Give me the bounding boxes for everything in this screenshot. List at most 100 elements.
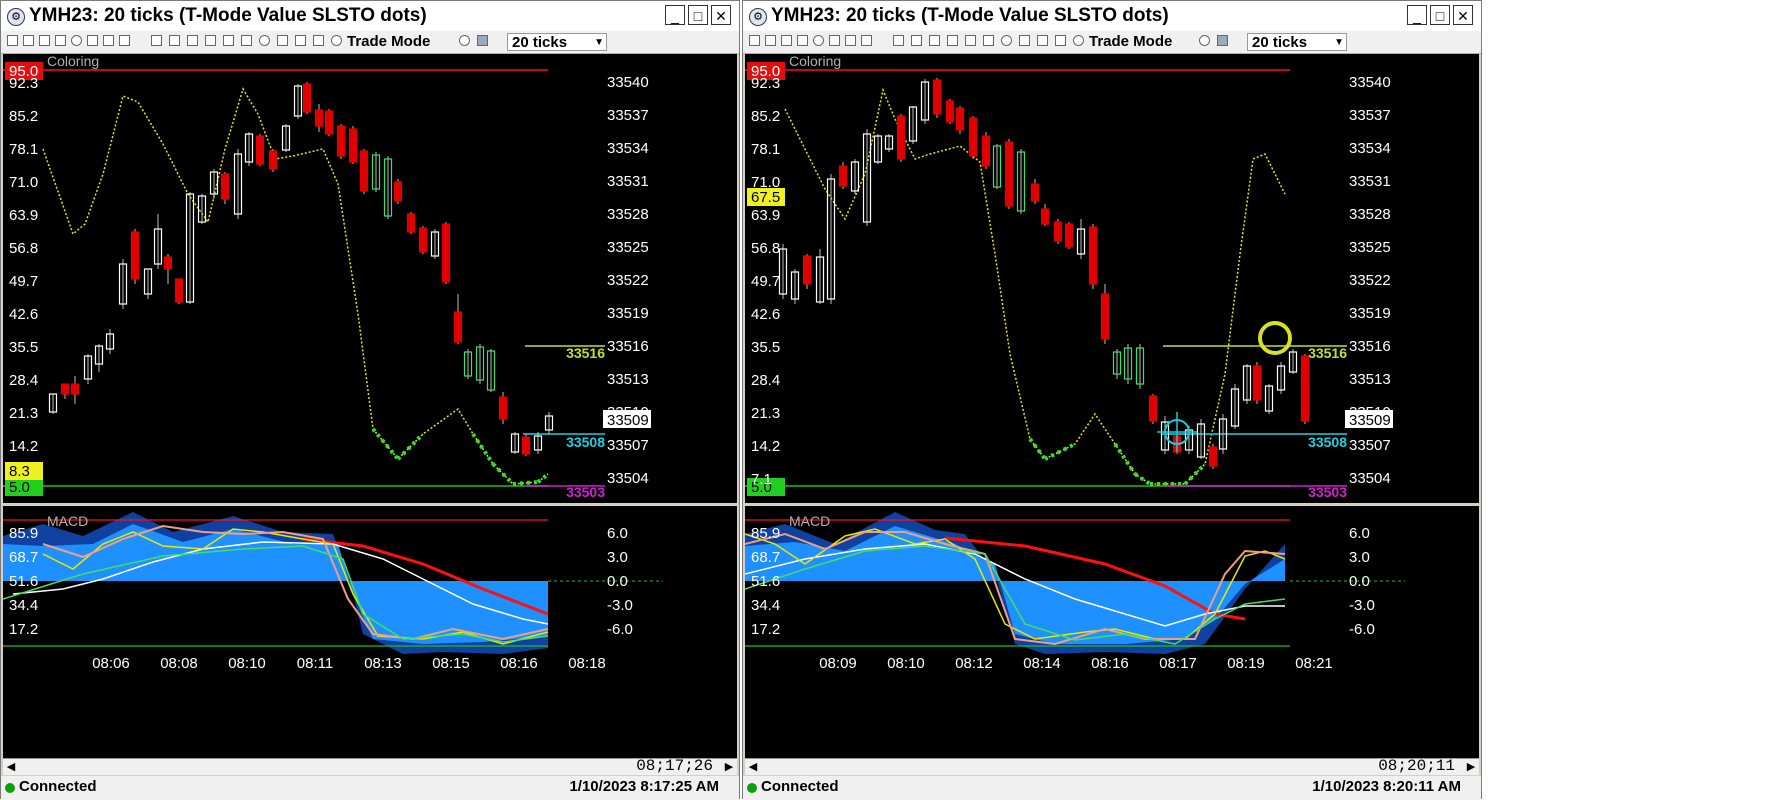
candle-body [1300, 355, 1310, 422]
arrow-right-icon[interactable] [1037, 35, 1048, 46]
trade-mode-label[interactable]: Trade Mode [347, 33, 430, 50]
close-button[interactable]: ✕ [1453, 5, 1473, 25]
zoom-out-icon[interactable] [797, 35, 808, 46]
properties-icon[interactable] [87, 35, 98, 46]
rectangle-tool-icon[interactable] [893, 35, 904, 46]
status-bar: Connected 1/10/2023 8:17:25 AM [1, 776, 739, 800]
candle-body [174, 278, 184, 303]
display-icon[interactable] [1217, 35, 1228, 46]
zoom-out-icon[interactable] [55, 35, 66, 46]
macd-right-tick: 0.0 [1349, 573, 1370, 590]
macd-left-tick: 17.2 [751, 621, 780, 638]
ellipse-tool-icon[interactable] [1001, 35, 1012, 46]
macd-label: MACD [47, 513, 88, 529]
scroll-right-icon[interactable]: ▶ [1463, 759, 1479, 775]
scroll-left-icon[interactable]: ◀ [745, 759, 761, 775]
image-icon[interactable] [765, 35, 776, 46]
close-button[interactable]: ✕ [711, 5, 731, 25]
last-price-badge: 33509 [607, 412, 649, 429]
cross-tool-icon[interactable] [947, 35, 958, 46]
rectangle-tool-icon[interactable] [151, 35, 162, 46]
scroll-left-icon[interactable]: ◀ [3, 759, 19, 775]
cross-tool-icon[interactable] [929, 35, 940, 46]
chart-area[interactable]: 95.0 Coloring 5.0 8.3 92.3 85.2 78.1 71.0 63.9 56… [3, 54, 737, 758]
candle-body [406, 213, 416, 233]
macd-right-tick: -6.0 [607, 621, 633, 638]
globe-icon[interactable] [71, 35, 82, 46]
title-bar[interactable]: ⚙ YMH23: 20 ticks (T-Mode Value SLSTO do… [1, 1, 739, 32]
pointer-icon[interactable] [103, 35, 114, 46]
arrow-right-icon[interactable] [1055, 35, 1066, 46]
trade-mode-icon[interactable] [331, 35, 342, 46]
wave-tool-icon[interactable] [241, 35, 252, 46]
macd-right-tick: 6.0 [1349, 525, 1370, 542]
level-label-low: 33503 [1308, 484, 1347, 500]
ellipse-tool-icon[interactable] [259, 35, 270, 46]
display-icon[interactable] [477, 35, 488, 46]
chevron-down-icon[interactable]: ▼ [1334, 34, 1344, 52]
cross-tool-icon[interactable] [169, 35, 180, 46]
osc-axis-tick: 49.7 [9, 273, 38, 290]
scroll-right-icon[interactable]: ▶ [721, 759, 737, 775]
cross-tool-icon[interactable] [911, 35, 922, 46]
level-label-high: 33516 [1308, 345, 1347, 361]
title-bar[interactable]: ⚙ YMH23: 20 ticks (T-Mode Value SLSTO do… [743, 1, 1481, 32]
app-icon: ⚙ [7, 8, 25, 26]
minimize-button[interactable]: _ [665, 5, 685, 25]
time-axis-tick: 08:13 [364, 655, 402, 672]
time-axis-tick: 08:16 [500, 655, 538, 672]
link-icon[interactable] [1199, 35, 1210, 46]
properties-icon[interactable] [829, 35, 840, 46]
maximize-button[interactable]: □ [688, 5, 708, 25]
macd-right-tick: 3.0 [607, 549, 628, 566]
cross-tool-icon[interactable] [187, 35, 198, 46]
trade-mode-label[interactable]: Trade Mode [1089, 33, 1172, 50]
new-chart-icon[interactable] [749, 35, 760, 46]
candle-body [314, 109, 324, 127]
cross-tool-icon[interactable] [205, 35, 216, 46]
interval-select[interactable]: 20 ticks ▼ [507, 33, 607, 51]
image-icon[interactable] [23, 35, 34, 46]
horizontal-line-icon[interactable] [965, 35, 976, 46]
osc-axis-tick: 21.3 [751, 405, 780, 422]
horizontal-line-icon[interactable] [223, 35, 234, 46]
wave-tool-icon[interactable] [983, 35, 994, 46]
window-title: YMH23: 20 ticks (T-Mode Value SLSTO dots… [29, 5, 427, 26]
arrow-right-icon[interactable] [295, 35, 306, 46]
candle-body [1030, 183, 1040, 202]
scroll-time: 08;17;26 [636, 757, 713, 775]
osc-axis-tick: 71.0 [9, 174, 38, 191]
link-icon[interactable] [459, 35, 470, 46]
maximize-button[interactable]: □ [1430, 5, 1450, 25]
price-axis-tick: 33513 [1349, 371, 1391, 388]
arrow-right-icon[interactable] [1019, 35, 1030, 46]
globe-icon[interactable] [813, 35, 824, 46]
time-scrollbar[interactable]: ◀ 08;20;11 ▶ [745, 757, 1479, 775]
candle-body [896, 115, 906, 160]
trade-mode-icon[interactable] [1073, 35, 1084, 46]
macd-left-tick: 68.7 [9, 549, 38, 566]
arrow-right-icon[interactable] [277, 35, 288, 46]
zoom-in-icon[interactable] [39, 35, 50, 46]
price-axis-tick: 33534 [1349, 140, 1391, 157]
zoom-in-icon[interactable] [781, 35, 792, 46]
pointer-icon[interactable] [845, 35, 856, 46]
candle-body [302, 83, 312, 113]
interval-select[interactable]: 20 ticks ▼ [1247, 33, 1347, 51]
line-tool-icon[interactable] [861, 35, 872, 46]
candle-body [70, 383, 80, 395]
osc-axis-tick: 49.7 [751, 273, 780, 290]
time-scrollbar[interactable]: ◀ 08;17;26 ▶ [3, 757, 737, 775]
candle-body [324, 110, 334, 135]
chevron-down-icon[interactable]: ▼ [594, 34, 604, 52]
macd-label: MACD [789, 513, 830, 529]
price-axis-tick: 33534 [607, 140, 649, 157]
arrow-right-icon[interactable] [313, 35, 324, 46]
line-tool-icon[interactable] [119, 35, 130, 46]
price-axis-tick: 33525 [1349, 239, 1391, 256]
minimize-button[interactable]: _ [1407, 5, 1427, 25]
new-chart-icon[interactable] [7, 35, 18, 46]
candle-body [1053, 221, 1063, 242]
chart-area[interactable]: 95.0 Coloring 5.0 67.5 92.3 85.2 78.1 71.0 63.9 5… [745, 54, 1479, 758]
panel-splitter [745, 503, 1479, 506]
